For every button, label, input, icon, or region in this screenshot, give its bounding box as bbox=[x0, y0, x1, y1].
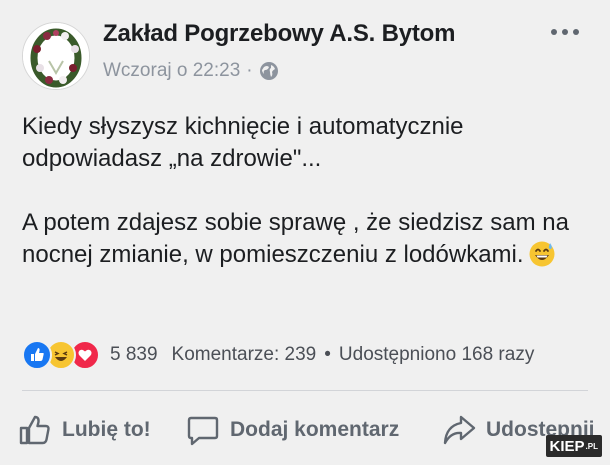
share-arrow-icon bbox=[443, 415, 476, 445]
reaction-icons[interactable] bbox=[22, 340, 100, 370]
comment-button[interactable]: Dodaj komentarz bbox=[186, 410, 399, 450]
comment-bubble-icon bbox=[187, 416, 219, 446]
reactions-summary: 5 839 Komentarze: 239 • Udostępniono 168… bbox=[22, 340, 534, 370]
watermark-text: KIEP bbox=[549, 437, 585, 455]
meta-separator: · bbox=[246, 60, 253, 81]
like-reaction-icon bbox=[22, 340, 52, 370]
like-button-label: Lubię to! bbox=[62, 418, 151, 441]
like-button[interactable]: Lubię to! bbox=[18, 410, 151, 450]
post-paragraph-2-text: A potem zdajesz sobie sprawę , że siedzi… bbox=[22, 209, 569, 268]
page-avatar[interactable] bbox=[22, 22, 90, 90]
post-paragraph-2: A potem zdajesz sobie sprawę , że siedzi… bbox=[22, 207, 582, 271]
divider bbox=[22, 390, 588, 391]
wreath-image bbox=[23, 23, 89, 89]
more-options-icon[interactable] bbox=[548, 22, 582, 42]
thumbs-up-icon bbox=[19, 415, 50, 445]
site-watermark-logo: KIEP .PL bbox=[545, 435, 602, 457]
globe-icon bbox=[259, 62, 278, 80]
comment-button-label: Dodaj komentarz bbox=[230, 418, 400, 441]
comment-count[interactable]: Komentarze: 239 bbox=[172, 344, 317, 366]
reaction-count[interactable]: 5 839 bbox=[110, 344, 158, 366]
watermark-suffix: .PL bbox=[585, 441, 598, 451]
post-paragraph-1: Kiedy słyszysz kichnięcie i automatyczni… bbox=[22, 113, 464, 172]
action-bar: Lubię to! Dodaj komentarz Udostępnij bbox=[0, 400, 610, 460]
page-name[interactable]: Zakład Pogrzebowy A.S. Bytom bbox=[103, 20, 455, 48]
stats-separator: • bbox=[324, 344, 331, 365]
facebook-post: Zakład Pogrzebowy A.S. Bytom Wczoraj o 2… bbox=[0, 0, 610, 465]
post-text: Kiedy słyszysz kichnięcie i automatyczni… bbox=[22, 111, 582, 271]
post-timestamp[interactable]: Wczoraj o 22:23 bbox=[103, 60, 240, 82]
share-count[interactable]: Udostępniono 168 razy bbox=[339, 344, 534, 366]
grinning-sweat-emoji bbox=[529, 241, 555, 267]
post-meta: Wczoraj o 22:23 · bbox=[103, 58, 279, 84]
